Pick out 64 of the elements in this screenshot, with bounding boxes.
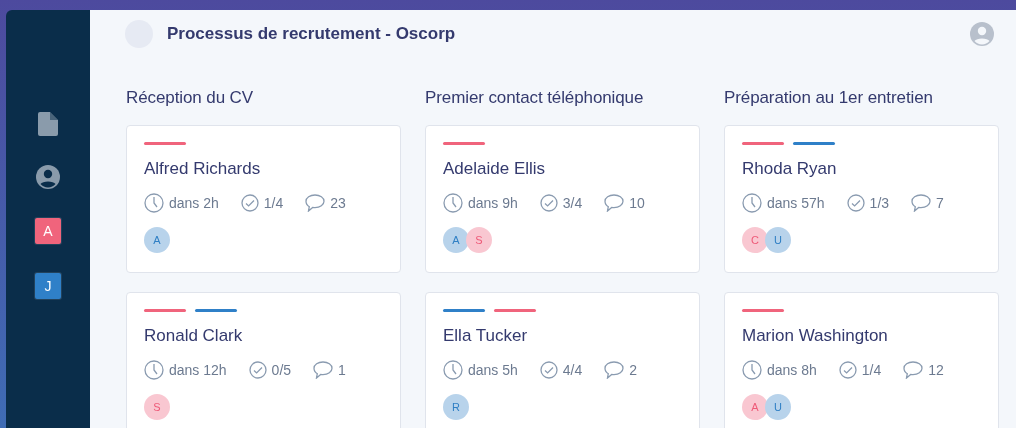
comment-count: 1 xyxy=(338,362,346,378)
comment-icon xyxy=(604,361,625,379)
avatar: U xyxy=(765,227,791,253)
candidate-card[interactable]: Rhoda Ryan dans 57h 1/3 7 C U xyxy=(724,125,999,273)
comment-count: 12 xyxy=(928,362,944,378)
comment-count: 2 xyxy=(629,362,638,378)
clock-icon xyxy=(144,360,164,380)
due-time: dans 5h xyxy=(468,362,518,378)
comment-icon xyxy=(911,194,932,212)
comment-icon xyxy=(305,194,326,212)
candidate-name[interactable]: Adelaide Ellis xyxy=(443,159,682,179)
task-count: 0/5 xyxy=(271,362,292,378)
candidate-name[interactable]: Alfred Richards xyxy=(144,159,383,179)
clock-icon xyxy=(742,360,762,380)
comment-count: 7 xyxy=(936,195,944,211)
due-time: dans 8h xyxy=(767,362,817,378)
task-count: 1/4 xyxy=(861,362,882,378)
candidate-card[interactable]: Ella Tucker dans 5h 4/4 2 R xyxy=(425,292,700,428)
comment-icon xyxy=(903,361,924,379)
document-icon[interactable] xyxy=(38,112,58,136)
task-count: 4/4 xyxy=(562,362,583,378)
task-count: 1/4 xyxy=(263,195,284,211)
candidate-name[interactable]: Ronald Clark xyxy=(144,326,383,346)
avatar: S xyxy=(144,394,170,420)
board-title: Processus de recrutement - Oscorp xyxy=(167,24,457,44)
candidate-card[interactable]: Marion Washington dans 8h 1/4 12 A U xyxy=(724,292,999,428)
comment-count: 23 xyxy=(330,195,346,211)
candidate-name[interactable]: Rhoda Ryan xyxy=(742,159,981,179)
check-circle-icon xyxy=(846,194,865,212)
candidate-name[interactable]: Ella Tucker xyxy=(443,326,682,346)
column-title: Premier contact téléphonique xyxy=(425,88,645,108)
due-time: dans 2h xyxy=(169,195,219,211)
candidate-name[interactable]: Marion Washington xyxy=(742,326,981,346)
candidate-card[interactable]: Alfred Richards dans 2h 1/4 23 A xyxy=(126,125,401,273)
avatar: A xyxy=(144,227,170,253)
due-time: dans 12h xyxy=(169,362,227,378)
avatar: U xyxy=(765,394,791,420)
check-circle-icon xyxy=(539,194,558,212)
candidate-card[interactable]: Adelaide Ellis dans 9h 3/4 10 A S xyxy=(425,125,700,273)
avatar: A xyxy=(742,394,768,420)
check-circle-icon xyxy=(539,361,558,379)
project-badge[interactable]: J xyxy=(35,273,61,299)
avatar: S xyxy=(466,227,492,253)
comment-count: 10 xyxy=(629,195,645,211)
user-icon[interactable] xyxy=(36,165,60,189)
due-time: dans 57h xyxy=(767,195,825,211)
avatar: A xyxy=(443,227,469,253)
clock-icon xyxy=(443,193,463,213)
task-count: 1/3 xyxy=(869,195,890,211)
comment-icon xyxy=(313,361,334,379)
avatar: R xyxy=(443,394,469,420)
candidate-card[interactable]: Ronald Clark dans 12h 0/5 1 S xyxy=(126,292,401,428)
task-count: 3/4 xyxy=(562,195,583,211)
check-circle-icon xyxy=(248,361,267,379)
column-title: Préparation au 1er entretien xyxy=(724,88,934,108)
comment-icon xyxy=(604,194,625,212)
clock-icon xyxy=(742,193,762,213)
avatar: C xyxy=(742,227,768,253)
clock-icon xyxy=(144,193,164,213)
check-circle-icon xyxy=(240,194,259,212)
clock-icon xyxy=(443,360,463,380)
column-title: Réception du CV xyxy=(126,88,255,108)
check-circle-icon xyxy=(838,361,857,379)
due-time: dans 9h xyxy=(468,195,518,211)
